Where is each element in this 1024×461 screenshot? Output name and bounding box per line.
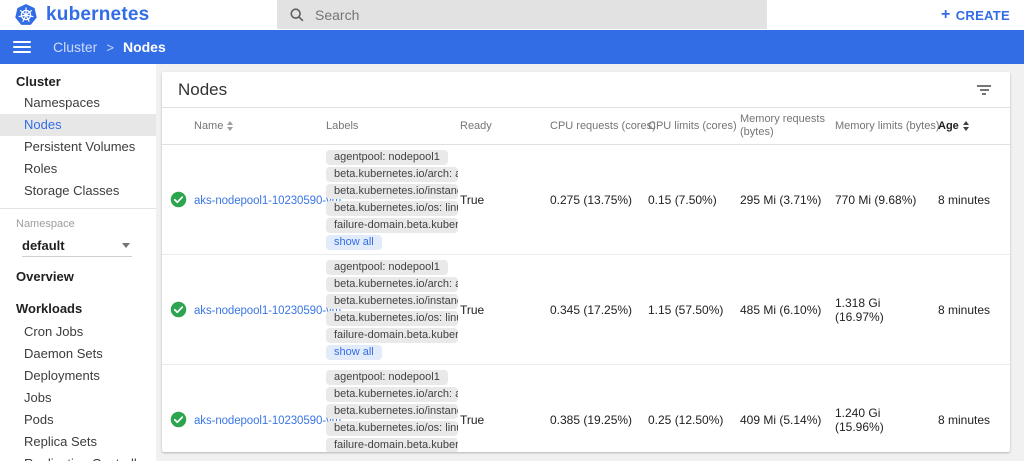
labels-cell: agentpool: nodepool1 beta.kubernetes.io/… bbox=[326, 255, 460, 364]
cpu-requests-value: 0.345 (17.25%) bbox=[550, 303, 648, 317]
sidebar-item-persistent-volumes[interactable]: Persistent Volumes bbox=[0, 136, 156, 158]
plus-icon: + bbox=[941, 6, 951, 24]
column-header-memory-requests: Memory requests (bytes) bbox=[740, 113, 835, 139]
cpu-limits-value: 1.15 (57.50%) bbox=[648, 303, 740, 317]
sidebar-header-cluster: Cluster bbox=[0, 72, 156, 92]
column-header-labels: Labels bbox=[326, 120, 460, 132]
sidebar-item-replica-sets[interactable]: Replica Sets bbox=[0, 431, 156, 453]
labels-cell: agentpool: nodepool1 beta.kubernetes.io/… bbox=[326, 365, 460, 452]
cpu-limits-value: 0.25 (12.50%) bbox=[648, 413, 740, 427]
cpu-limits-value: 0.15 (7.50%) bbox=[648, 193, 740, 207]
label-chip: beta.kubernetes.io/instance-t… bbox=[326, 404, 458, 419]
memory-requests-value: 295 Mi (3.71%) bbox=[740, 193, 835, 207]
age-value: 8 minutes bbox=[938, 413, 1002, 427]
sidebar-item-nodes[interactable]: Nodes bbox=[0, 114, 156, 136]
menu-icon[interactable] bbox=[13, 41, 31, 53]
memory-requests-value: 485 Mi (6.10%) bbox=[740, 303, 835, 317]
namespace-select-value: default bbox=[22, 238, 65, 253]
show-all-button[interactable]: show all bbox=[326, 235, 382, 250]
label-chip: beta.kubernetes.io/arch: amd… bbox=[326, 277, 458, 292]
label-chip: beta.kubernetes.io/os: linux bbox=[326, 311, 458, 326]
create-button[interactable]: + CREATE bbox=[941, 0, 1010, 30]
namespace-select[interactable]: default bbox=[22, 235, 132, 257]
sidebar-item-cron-jobs[interactable]: Cron Jobs bbox=[0, 321, 156, 343]
breadcrumb-bar: Cluster > Nodes bbox=[0, 30, 1024, 64]
label-chip: beta.kubernetes.io/arch: amd… bbox=[326, 387, 458, 402]
age-value: 8 minutes bbox=[938, 193, 1002, 207]
sidebar-item-namespaces[interactable]: Namespaces bbox=[0, 92, 156, 114]
column-header-ready: Ready bbox=[460, 120, 550, 132]
sidebar-item-storage-classes[interactable]: Storage Classes bbox=[0, 180, 156, 202]
table-row: aks-nodepool1-10230590-vm… agentpool: no… bbox=[162, 365, 1010, 452]
ready-value: True bbox=[460, 303, 550, 317]
status-ok-icon bbox=[170, 411, 194, 428]
sidebar-item-roles[interactable]: Roles bbox=[0, 158, 156, 180]
cpu-requests-value: 0.385 (19.25%) bbox=[550, 413, 648, 427]
sidebar-divider bbox=[0, 208, 156, 209]
search-icon bbox=[289, 7, 305, 23]
table-header-row: Name Labels Ready CPU requests (cores) C… bbox=[162, 108, 1010, 145]
sidebar-header-workloads: Workloads bbox=[0, 297, 156, 321]
label-chip: failure-domain.beta.kubernet… bbox=[326, 218, 458, 233]
chevron-right-icon: > bbox=[106, 40, 114, 55]
status-ok-icon bbox=[170, 301, 194, 318]
sidebar-item-daemon-sets[interactable]: Daemon Sets bbox=[0, 343, 156, 365]
label-chip: beta.kubernetes.io/os: linux bbox=[326, 421, 458, 436]
sidebar-item-deployments[interactable]: Deployments bbox=[0, 365, 156, 387]
table-row: aks-nodepool1-10230590-vm… agentpool: no… bbox=[162, 145, 1010, 255]
memory-requests-value: 409 Mi (5.14%) bbox=[740, 413, 835, 427]
sidebar-nav: Cluster Namespaces Nodes Persistent Volu… bbox=[0, 64, 156, 461]
column-header-name[interactable]: Name bbox=[194, 120, 326, 132]
labels-cell: agentpool: nodepool1 beta.kubernetes.io/… bbox=[326, 145, 460, 254]
show-all-button[interactable]: show all bbox=[326, 345, 382, 360]
search-bar[interactable] bbox=[277, 0, 767, 29]
ready-value: True bbox=[460, 413, 550, 427]
label-chip: agentpool: nodepool1 bbox=[326, 260, 448, 275]
filter-icon[interactable] bbox=[976, 81, 992, 99]
column-header-cpu-limits: CPU limits (cores) bbox=[648, 120, 740, 132]
label-chip: agentpool: nodepool1 bbox=[326, 150, 448, 165]
label-chip: agentpool: nodepool1 bbox=[326, 370, 448, 385]
page-title: Nodes bbox=[178, 80, 227, 100]
kubernetes-logo-icon bbox=[14, 3, 38, 27]
label-chip: beta.kubernetes.io/os: linux bbox=[326, 201, 458, 216]
main-content: Nodes Name Labels Ready CPU requests (co… bbox=[156, 64, 1024, 461]
label-chip: beta.kubernetes.io/instance-t… bbox=[326, 184, 458, 199]
breadcrumb-current: Nodes bbox=[123, 39, 166, 55]
label-chip: failure-domain.beta.kubernet… bbox=[326, 438, 458, 452]
sort-icon bbox=[963, 121, 969, 131]
ready-value: True bbox=[460, 193, 550, 207]
label-chip: beta.kubernetes.io/instance-t… bbox=[326, 294, 458, 309]
breadcrumb-section[interactable]: Cluster bbox=[53, 39, 97, 55]
memory-limits-value: 1.318 Gi (16.97%) bbox=[835, 296, 938, 324]
column-header-age[interactable]: Age bbox=[938, 120, 1002, 132]
sort-icon bbox=[227, 121, 233, 131]
chevron-down-icon bbox=[122, 243, 130, 248]
sidebar-item-jobs[interactable]: Jobs bbox=[0, 387, 156, 409]
top-app-bar: kubernetes + CREATE bbox=[0, 0, 1024, 30]
kubernetes-logo-wrap: kubernetes bbox=[0, 3, 149, 27]
sidebar-item-replication-controllers[interactable]: Replication Controllers bbox=[0, 453, 156, 461]
brand-title: kubernetes bbox=[46, 4, 149, 26]
create-button-label: CREATE bbox=[956, 8, 1010, 23]
memory-limits-value: 1.240 Gi (15.96%) bbox=[835, 406, 938, 434]
age-value: 8 minutes bbox=[938, 303, 1002, 317]
column-header-memory-limits: Memory limits (bytes) bbox=[835, 120, 938, 132]
label-chip: failure-domain.beta.kubernet… bbox=[326, 328, 458, 343]
status-ok-icon bbox=[170, 191, 194, 208]
cpu-requests-value: 0.275 (13.75%) bbox=[550, 193, 648, 207]
table-row: aks-nodepool1-10230590-vm… agentpool: no… bbox=[162, 255, 1010, 365]
column-header-cpu-requests: CPU requests (cores) bbox=[550, 120, 648, 132]
search-input[interactable] bbox=[315, 7, 695, 23]
sidebar-item-pods[interactable]: Pods bbox=[0, 409, 156, 431]
label-chip: beta.kubernetes.io/arch: amd… bbox=[326, 167, 458, 182]
sidebar-item-overview[interactable]: Overview bbox=[0, 265, 156, 289]
namespace-label: Namespace bbox=[0, 217, 156, 231]
memory-limits-value: 770 Mi (9.68%) bbox=[835, 193, 938, 207]
nodes-card: Nodes Name Labels Ready CPU requests (co… bbox=[162, 72, 1010, 452]
